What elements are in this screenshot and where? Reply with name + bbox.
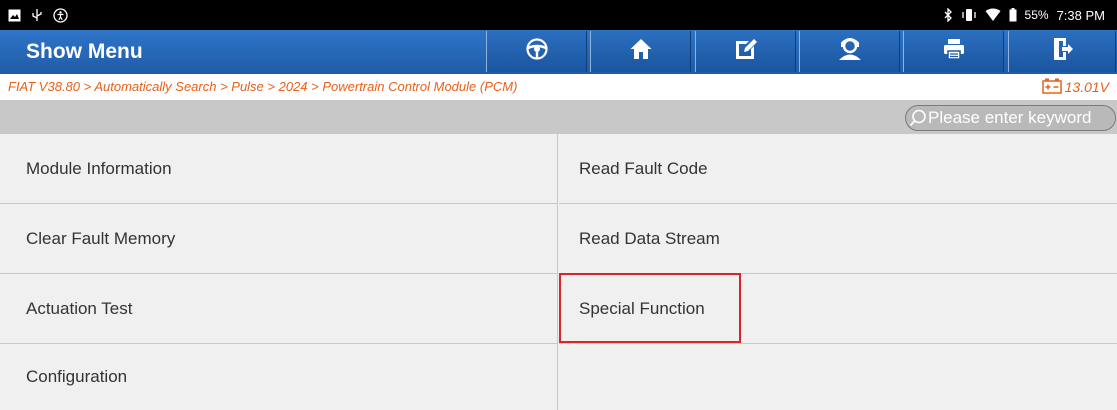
vibrate-icon	[961, 8, 977, 22]
exit-icon	[1050, 37, 1074, 66]
search-bar	[0, 100, 1117, 134]
print-button[interactable]	[903, 31, 1004, 72]
support-button[interactable]	[799, 31, 900, 72]
battery-percent: 55%	[1024, 8, 1049, 22]
menu-item-label: Special Function	[579, 298, 705, 318]
battery-icon	[1009, 8, 1017, 22]
wifi-icon	[985, 8, 1001, 22]
page-title: Show Menu	[26, 40, 143, 63]
menu-item-read-fault-code[interactable]: Read Fault Code	[559, 134, 1117, 204]
menu-item-label: Module Information	[26, 158, 172, 178]
voltage-value: 13.01V	[1064, 79, 1109, 95]
print-icon	[942, 37, 966, 66]
menu-item-empty	[559, 344, 1117, 410]
menu-item-special-function[interactable]: Special Function	[559, 274, 1117, 344]
bluetooth-icon	[943, 8, 953, 22]
menu-item-module-information[interactable]: Module Information	[0, 134, 558, 204]
exit-button[interactable]	[1008, 31, 1116, 72]
status-bar: 55% 7:38 PM	[0, 0, 1117, 30]
menu-item-label: Configuration	[26, 367, 128, 386]
support-icon	[837, 37, 863, 66]
status-left-icons	[8, 0, 68, 30]
breadcrumb-bar: FIAT V38.80 > Automatically Search > Pul…	[0, 74, 1117, 100]
function-menu: Module Information Read Fault Code Clear…	[0, 134, 1117, 410]
edit-button[interactable]	[695, 31, 796, 72]
menu-item-configuration[interactable]: Configuration	[0, 344, 558, 410]
menu-item-read-data-stream[interactable]: Read Data Stream	[559, 204, 1117, 274]
usb-icon	[30, 8, 44, 22]
edit-icon	[734, 37, 758, 66]
search-box[interactable]	[905, 105, 1116, 131]
image-icon	[8, 9, 21, 22]
status-right-icons: 55% 7:38 PM	[943, 0, 1105, 30]
menu-item-label: Read Data Stream	[579, 228, 720, 248]
vehicle-button[interactable]	[486, 31, 587, 72]
search-icon	[909, 109, 927, 127]
menu-item-clear-fault-memory[interactable]: Clear Fault Memory	[0, 204, 558, 274]
search-input[interactable]	[927, 108, 1115, 128]
voltage-indicator: 13.01V	[1041, 74, 1109, 100]
menu-item-label: Read Fault Code	[579, 158, 708, 178]
accessibility-icon	[53, 7, 68, 23]
home-icon	[629, 37, 653, 66]
home-button[interactable]	[590, 31, 691, 72]
car-battery-icon	[1041, 78, 1062, 97]
breadcrumb: FIAT V38.80 > Automatically Search > Pul…	[8, 79, 518, 94]
menu-item-label: Clear Fault Memory	[26, 228, 176, 248]
menu-item-actuation-test[interactable]: Actuation Test	[0, 274, 558, 344]
steering-wheel-icon	[525, 37, 549, 66]
menu-item-label: Actuation Test	[26, 298, 133, 318]
clock: 7:38 PM	[1056, 7, 1105, 23]
app-header: Show Menu	[0, 30, 1117, 74]
